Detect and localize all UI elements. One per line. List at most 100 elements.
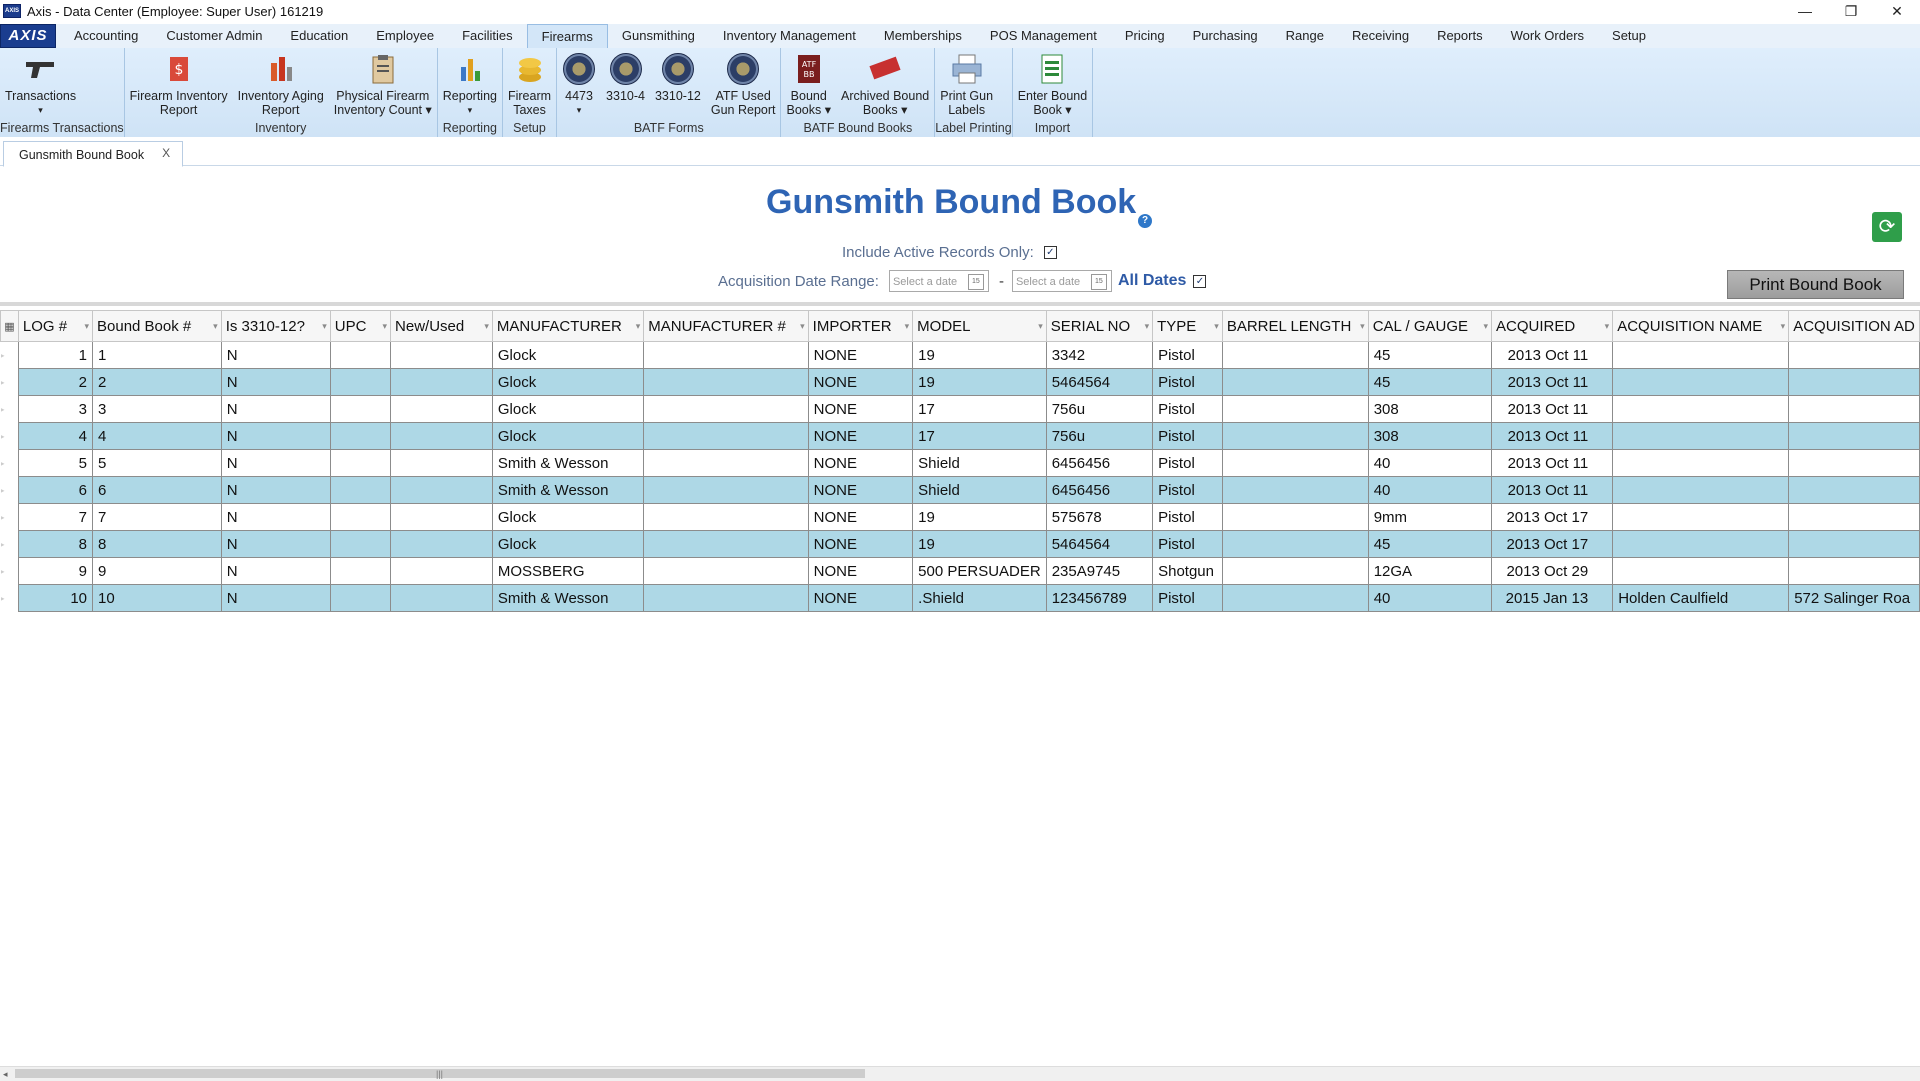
- table-cell[interactable]: [329, 503, 392, 531]
- table-cell[interactable]: [1788, 557, 1920, 585]
- table-cell[interactable]: [390, 368, 493, 396]
- table-cell[interactable]: [1788, 530, 1920, 558]
- table-cell[interactable]: 6456456: [1045, 449, 1154, 477]
- help-icon[interactable]: ?: [1138, 214, 1152, 228]
- table-cell[interactable]: 500 PERSUADER: [912, 557, 1047, 585]
- table-cell[interactable]: Pistol: [1152, 530, 1223, 558]
- table-cell[interactable]: Pistol: [1152, 368, 1223, 396]
- table-cell[interactable]: 5464564: [1045, 368, 1154, 396]
- table-cell[interactable]: 17: [912, 422, 1047, 450]
- table-cell[interactable]: Glock: [491, 368, 645, 396]
- table-cell[interactable]: N: [220, 503, 331, 531]
- filter-icon[interactable]: ▾: [636, 321, 641, 332]
- table-cell[interactable]: 2013 Oct 17: [1490, 530, 1614, 558]
- table-cell[interactable]: 308: [1367, 395, 1492, 423]
- column-header[interactable]: New/Used ▾: [390, 310, 493, 342]
- table-cell[interactable]: [1612, 476, 1790, 504]
- menu-tab-range[interactable]: Range: [1272, 24, 1338, 48]
- table-cell[interactable]: [329, 368, 392, 396]
- print-bound-book-button[interactable]: Print Bound Book: [1727, 270, 1904, 299]
- table-cell[interactable]: [329, 584, 392, 612]
- table-cell[interactable]: Holden Caulfield: [1612, 584, 1790, 612]
- table-cell[interactable]: 5464564: [1045, 530, 1154, 558]
- menu-tab-memberships[interactable]: Memberships: [870, 24, 976, 48]
- menu-tab-pricing[interactable]: Pricing: [1111, 24, 1179, 48]
- table-cell[interactable]: 9mm: [1367, 503, 1492, 531]
- menu-tab-purchasing[interactable]: Purchasing: [1179, 24, 1272, 48]
- table-cell[interactable]: 6: [92, 476, 222, 504]
- table-row[interactable]: ▸ 10 10 N Smith & Wesson NONE .Shield 123456789…: [0, 584, 1920, 612]
- filter-icon[interactable]: ▾: [382, 321, 387, 332]
- row-selector[interactable]: ▸: [0, 449, 19, 477]
- filter-icon[interactable]: ▾: [213, 321, 218, 332]
- scroll-left-icon[interactable]: ◂: [3, 1067, 8, 1081]
- table-cell[interactable]: Shotgun: [1152, 557, 1223, 585]
- table-cell[interactable]: [390, 341, 493, 369]
- column-header[interactable]: BARREL LENGTH ▾: [1221, 310, 1369, 342]
- table-cell[interactable]: 19: [912, 341, 1047, 369]
- table-cell[interactable]: [643, 584, 809, 612]
- row-selector[interactable]: ▸: [0, 422, 19, 450]
- table-cell[interactable]: N: [220, 422, 331, 450]
- table-cell[interactable]: Glock: [491, 530, 645, 558]
- column-header[interactable]: MODEL ▾: [912, 310, 1047, 342]
- column-header[interactable]: Is 3310-12? ▾: [220, 310, 331, 342]
- table-cell[interactable]: 2013 Oct 11: [1490, 368, 1614, 396]
- filter-icon[interactable]: ▾: [84, 321, 89, 332]
- filter-icon[interactable]: ▾: [1781, 321, 1786, 332]
- table-cell[interactable]: 756u: [1045, 395, 1154, 423]
- table-cell[interactable]: 8: [17, 530, 94, 558]
- table-cell[interactable]: NONE: [807, 395, 914, 423]
- table-cell[interactable]: 2013 Oct 11: [1490, 476, 1614, 504]
- table-cell[interactable]: [1221, 395, 1369, 423]
- table-cell[interactable]: Glock: [491, 422, 645, 450]
- table-cell[interactable]: [390, 584, 493, 612]
- table-cell[interactable]: 756u: [1045, 422, 1154, 450]
- tab-gunsmith-bound-book[interactable]: Gunsmith Bound Book X: [3, 141, 184, 167]
- table-cell[interactable]: [390, 422, 493, 450]
- table-cell[interactable]: NONE: [807, 503, 914, 531]
- table-cell[interactable]: Smith & Wesson: [491, 476, 645, 504]
- table-cell[interactable]: MOSSBERG: [491, 557, 645, 585]
- ribbon-button-atf-used[interactable]: ATF Used Gun Report: [706, 48, 781, 120]
- menu-tab-work-orders[interactable]: Work Orders: [1497, 24, 1598, 48]
- table-cell[interactable]: 5: [92, 449, 222, 477]
- table-cell[interactable]: 5: [17, 449, 94, 477]
- table-cell[interactable]: Pistol: [1152, 476, 1223, 504]
- menu-tab-accounting[interactable]: Accounting: [60, 24, 152, 48]
- table-cell[interactable]: Pistol: [1152, 395, 1223, 423]
- table-cell[interactable]: Pistol: [1152, 584, 1223, 612]
- table-cell[interactable]: 4: [92, 422, 222, 450]
- menu-tab-reports[interactable]: Reports: [1423, 24, 1497, 48]
- table-cell[interactable]: NONE: [807, 368, 914, 396]
- ribbon-button-3310-4[interactable]: 3310-4: [601, 48, 650, 120]
- table-cell[interactable]: [643, 341, 809, 369]
- table-cell[interactable]: Pistol: [1152, 341, 1223, 369]
- table-cell[interactable]: [1788, 395, 1920, 423]
- menu-tab-customer-admin[interactable]: Customer Admin: [152, 24, 276, 48]
- ribbon-button-transactions[interactable]: Transactions ▾: [0, 48, 81, 120]
- table-cell[interactable]: 19: [912, 368, 1047, 396]
- table-cell[interactable]: 235A9745: [1045, 557, 1154, 585]
- table-cell[interactable]: NONE: [807, 584, 914, 612]
- table-cell[interactable]: 45: [1367, 530, 1492, 558]
- table-cell[interactable]: [1612, 368, 1790, 396]
- column-header[interactable]: IMPORTER ▾: [807, 310, 914, 342]
- table-cell[interactable]: [329, 557, 392, 585]
- table-cell[interactable]: [1612, 530, 1790, 558]
- table-cell[interactable]: N: [220, 584, 331, 612]
- table-cell[interactable]: [329, 530, 392, 558]
- ribbon-button-firearm[interactable]: Firearm Taxes: [503, 48, 556, 120]
- filter-icon[interactable]: ▾: [1605, 321, 1610, 332]
- table-cell[interactable]: [1221, 584, 1369, 612]
- table-cell[interactable]: N: [220, 530, 331, 558]
- table-cell[interactable]: [1221, 557, 1369, 585]
- column-chooser-icon[interactable]: ▦: [0, 310, 19, 342]
- ribbon-button-firearm-inventory[interactable]: $ Firearm Inventory Report: [125, 48, 233, 120]
- table-cell[interactable]: Glock: [491, 341, 645, 369]
- ribbon-button-inventory-aging[interactable]: Inventory Aging Report: [233, 48, 329, 120]
- filter-icon[interactable]: ▾: [1038, 321, 1043, 332]
- table-cell[interactable]: 19: [912, 530, 1047, 558]
- table-cell[interactable]: [1221, 530, 1369, 558]
- table-cell[interactable]: 40: [1367, 449, 1492, 477]
